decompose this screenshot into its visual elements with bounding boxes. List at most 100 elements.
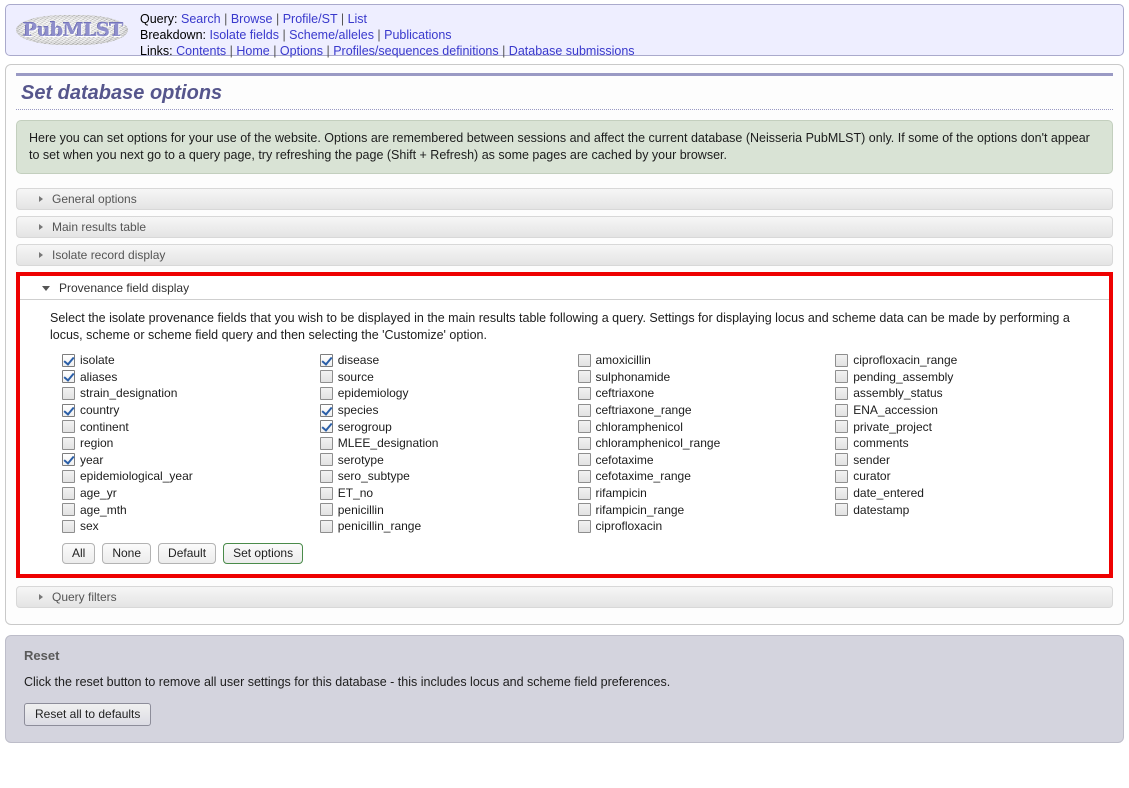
checkbox-strain_designation[interactable] [62, 386, 75, 400]
provenance-field-ciprofloxacin[interactable]: ciprofloxacin [577, 518, 836, 535]
provenance-field-penicillin_range[interactable]: penicillin_range [319, 518, 578, 535]
set-options-button[interactable]: Set options [223, 542, 304, 564]
provenance-field-rifampicin[interactable]: rifampicin [577, 485, 836, 502]
provenance-field-aliases[interactable]: aliases [62, 369, 320, 386]
checkbox-cefotaxime_range[interactable] [577, 469, 591, 483]
accordion-header-main-results-table[interactable]: Main results table [16, 216, 1113, 238]
provenance-field-ceftriaxone_range[interactable]: ceftriaxone_range [577, 402, 836, 419]
provenance-field-sero_subtype[interactable]: sero_subtype [319, 468, 578, 485]
checkbox-aliases[interactable] [62, 370, 75, 384]
provenance-field-serogroup[interactable]: serogroup [319, 418, 578, 435]
provenance-field-amoxicillin[interactable]: amoxicillin [577, 352, 836, 369]
checkbox-ENA_accession[interactable] [835, 403, 849, 417]
provenance-field-chloramphenicol_range[interactable]: chloramphenicol_range [577, 435, 836, 452]
checkbox-serotype[interactable] [319, 453, 333, 467]
checkbox-date_entered[interactable] [835, 486, 849, 500]
checkbox-ciprofloxacin_range[interactable] [835, 353, 849, 367]
provenance-field-pending_assembly[interactable]: pending_assembly [835, 369, 1093, 386]
checkbox-country[interactable] [62, 403, 75, 417]
checkbox-penicillin[interactable] [319, 503, 333, 517]
provenance-field-age_mth[interactable]: age_mth [62, 501, 320, 518]
provenance-field-private_project[interactable]: private_project [835, 418, 1093, 435]
provenance-field-assembly_status[interactable]: assembly_status [835, 385, 1093, 402]
checkbox-chloramphenicol[interactable] [577, 420, 591, 434]
pubmlst-logo[interactable]: PubMLST [14, 9, 132, 51]
provenance-field-curator[interactable]: curator [835, 468, 1093, 485]
nav-link-profiles-sequences-definitions[interactable]: Profiles/sequences definitions [333, 44, 498, 58]
provenance-field-ceftriaxone[interactable]: ceftriaxone [577, 385, 836, 402]
checkbox-datestamp[interactable] [835, 503, 849, 517]
nav-link-search[interactable]: Search [181, 12, 221, 26]
checkbox-source[interactable] [319, 370, 333, 384]
checkbox-pending_assembly[interactable] [835, 370, 849, 384]
accordion-header-general-options[interactable]: General options [16, 188, 1113, 210]
provenance-field-disease[interactable]: disease [319, 352, 578, 369]
nav-link-isolate-fields[interactable]: Isolate fields [209, 28, 278, 42]
provenance-field-ET_no[interactable]: ET_no [319, 485, 578, 502]
nav-link-contents[interactable]: Contents [176, 44, 226, 58]
provenance-field-year[interactable]: year [62, 452, 320, 469]
provenance-field-epidemiology[interactable]: epidemiology [319, 385, 578, 402]
checkbox-curator[interactable] [835, 469, 849, 483]
provenance-field-country[interactable]: country [62, 402, 320, 419]
checkbox-disease[interactable] [319, 353, 333, 367]
provenance-field-epidemiological_year[interactable]: epidemiological_year [62, 468, 320, 485]
checkbox-sender[interactable] [835, 453, 849, 467]
provenance-field-serotype[interactable]: serotype [319, 452, 578, 469]
checkbox-epidemiology[interactable] [319, 386, 333, 400]
provenance-field-isolate[interactable]: isolate [62, 352, 320, 369]
provenance-field-age_yr[interactable]: age_yr [62, 485, 320, 502]
nav-link-profile-st[interactable]: Profile/ST [283, 12, 338, 26]
default-button[interactable]: Default [158, 542, 217, 564]
provenance-field-penicillin[interactable]: penicillin [319, 501, 578, 518]
checkbox-rifampicin_range[interactable] [577, 503, 591, 517]
checkbox-isolate[interactable] [62, 353, 75, 367]
provenance-field-sulphonamide[interactable]: sulphonamide [577, 369, 836, 386]
checkbox-cefotaxime[interactable] [577, 453, 591, 467]
provenance-field-region[interactable]: region [62, 435, 320, 452]
checkbox-comments[interactable] [835, 436, 849, 450]
checkbox-sex[interactable] [62, 519, 75, 533]
checkbox-penicillin_range[interactable] [319, 519, 333, 533]
checkbox-private_project[interactable] [835, 420, 849, 434]
nav-link-publications[interactable]: Publications [384, 28, 451, 42]
checkbox-epidemiological_year[interactable] [62, 469, 75, 483]
checkbox-sero_subtype[interactable] [319, 469, 333, 483]
checkbox-age_mth[interactable] [62, 503, 75, 517]
accordion-header-provenance-field-display[interactable]: Provenance field display [20, 276, 1109, 300]
checkbox-sulphonamide[interactable] [577, 370, 591, 384]
checkbox-region[interactable] [62, 436, 75, 450]
provenance-field-cefotaxime[interactable]: cefotaxime [577, 452, 836, 469]
nav-link-home[interactable]: Home [236, 44, 269, 58]
provenance-field-continent[interactable]: continent [62, 418, 320, 435]
provenance-field-species[interactable]: species [319, 402, 578, 419]
nav-link-scheme-alleles[interactable]: Scheme/alleles [289, 28, 374, 42]
provenance-field-ciprofloxacin_range[interactable]: ciprofloxacin_range [835, 352, 1093, 369]
checkbox-serogroup[interactable] [319, 420, 333, 434]
nav-link-browse[interactable]: Browse [231, 12, 273, 26]
checkbox-MLEE_designation[interactable] [319, 436, 333, 450]
checkbox-chloramphenicol_range[interactable] [577, 436, 591, 450]
checkbox-ceftriaxone_range[interactable] [577, 403, 591, 417]
checkbox-ciprofloxacin[interactable] [577, 519, 591, 533]
accordion-header-isolate-record-display[interactable]: Isolate record display [16, 244, 1113, 266]
checkbox-continent[interactable] [62, 420, 75, 434]
provenance-field-datestamp[interactable]: datestamp [835, 501, 1093, 518]
checkbox-species[interactable] [319, 403, 333, 417]
provenance-field-cefotaxime_range[interactable]: cefotaxime_range [577, 468, 836, 485]
accordion-header-query-filters[interactable]: Query filters [16, 585, 1113, 608]
nav-link-database-submissions[interactable]: Database submissions [509, 44, 635, 58]
provenance-field-source[interactable]: source [319, 369, 578, 386]
provenance-field-sex[interactable]: sex [62, 518, 320, 535]
checkbox-ET_no[interactable] [319, 486, 333, 500]
none-button[interactable]: None [102, 542, 152, 564]
provenance-field-MLEE_designation[interactable]: MLEE_designation [319, 435, 578, 452]
provenance-field-rifampicin_range[interactable]: rifampicin_range [577, 501, 836, 518]
provenance-field-date_entered[interactable]: date_entered [835, 485, 1093, 502]
provenance-field-comments[interactable]: comments [835, 435, 1093, 452]
provenance-field-ENA_accession[interactable]: ENA_accession [835, 402, 1093, 419]
checkbox-age_yr[interactable] [62, 486, 75, 500]
checkbox-year[interactable] [62, 453, 75, 467]
nav-link-list[interactable]: List [348, 12, 367, 26]
checkbox-ceftriaxone[interactable] [577, 386, 591, 400]
